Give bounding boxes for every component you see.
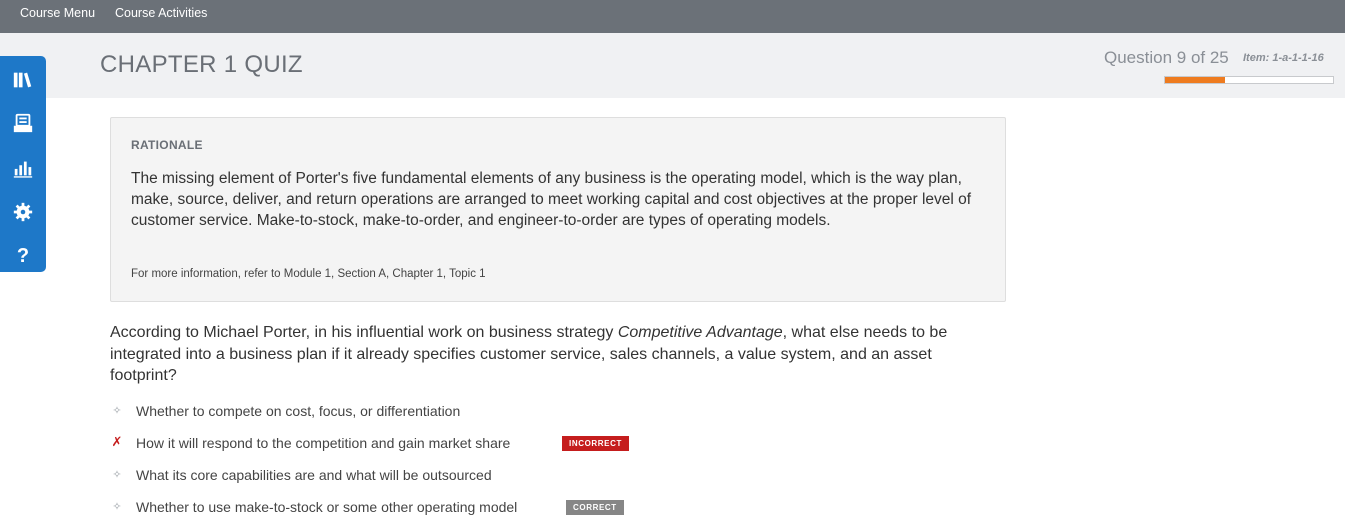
answer-option-2[interactable]: ✗ How it will respond to the competition… (110, 432, 810, 456)
answer-text: How it will respond to the competition a… (136, 435, 511, 451)
answer-option-1[interactable]: ✧ Whether to compete on cost, focus, or … (110, 400, 810, 424)
bar-chart-icon[interactable] (8, 153, 38, 183)
progress-bar (1164, 76, 1334, 84)
answer-text: Whether to use make-to-stock or some oth… (136, 499, 518, 515)
settings-gear-icon[interactable] (8, 197, 38, 227)
answer-text: Whether to compete on cost, focus, or di… (136, 403, 461, 419)
rationale-body: The missing element of Porter's five fun… (131, 170, 972, 229)
question-counter: Question 9 of 25 (1104, 48, 1229, 67)
diamond-bullet-icon: ✧ (112, 469, 122, 481)
library-icon[interactable] (8, 65, 38, 95)
answer-option-4[interactable]: ✧ Whether to use make-to-stock or some o… (110, 496, 810, 520)
rationale-heading: RATIONALE (131, 138, 203, 152)
incorrect-badge: INCORRECT (562, 436, 629, 451)
diamond-bullet-icon: ✧ (112, 501, 122, 513)
diamond-bullet-icon: ✧ (112, 405, 122, 417)
course-activities-link[interactable]: Course Activities (115, 6, 207, 20)
incorrect-x-icon: ✗ (111, 434, 123, 449)
item-id: Item: 1-a-1-1-16 (1243, 52, 1324, 64)
rationale-reference: For more information, refer to Module 1,… (131, 268, 486, 280)
correct-badge: CORRECT (566, 500, 624, 515)
course-book-icon[interactable] (8, 108, 38, 138)
sidebar: ? (0, 56, 46, 272)
answer-option-3[interactable]: ✧ What its core capabilities are and wha… (110, 464, 810, 488)
rationale-panel: RATIONALE The missing element of Porter'… (110, 117, 1006, 302)
page-title: CHAPTER 1 QUIZ (100, 51, 303, 78)
help-icon[interactable]: ? (8, 241, 38, 271)
question-text: According to Michael Porter, in his infl… (110, 322, 1000, 387)
answer-text: What its core capabilities are and what … (136, 467, 492, 483)
progress-bar-fill (1165, 77, 1226, 83)
course-menu-link[interactable]: Course Menu (20, 6, 95, 20)
question-book-title: Competitive Advantage (617, 324, 783, 341)
question-text-start: According to Michael Porter, in his infl… (110, 324, 618, 341)
top-nav-bar: Course Menu Course Activities (0, 0, 1345, 33)
quiz-header: CHAPTER 1 QUIZ Question 9 of 25 Item: 1-… (0, 33, 1345, 98)
